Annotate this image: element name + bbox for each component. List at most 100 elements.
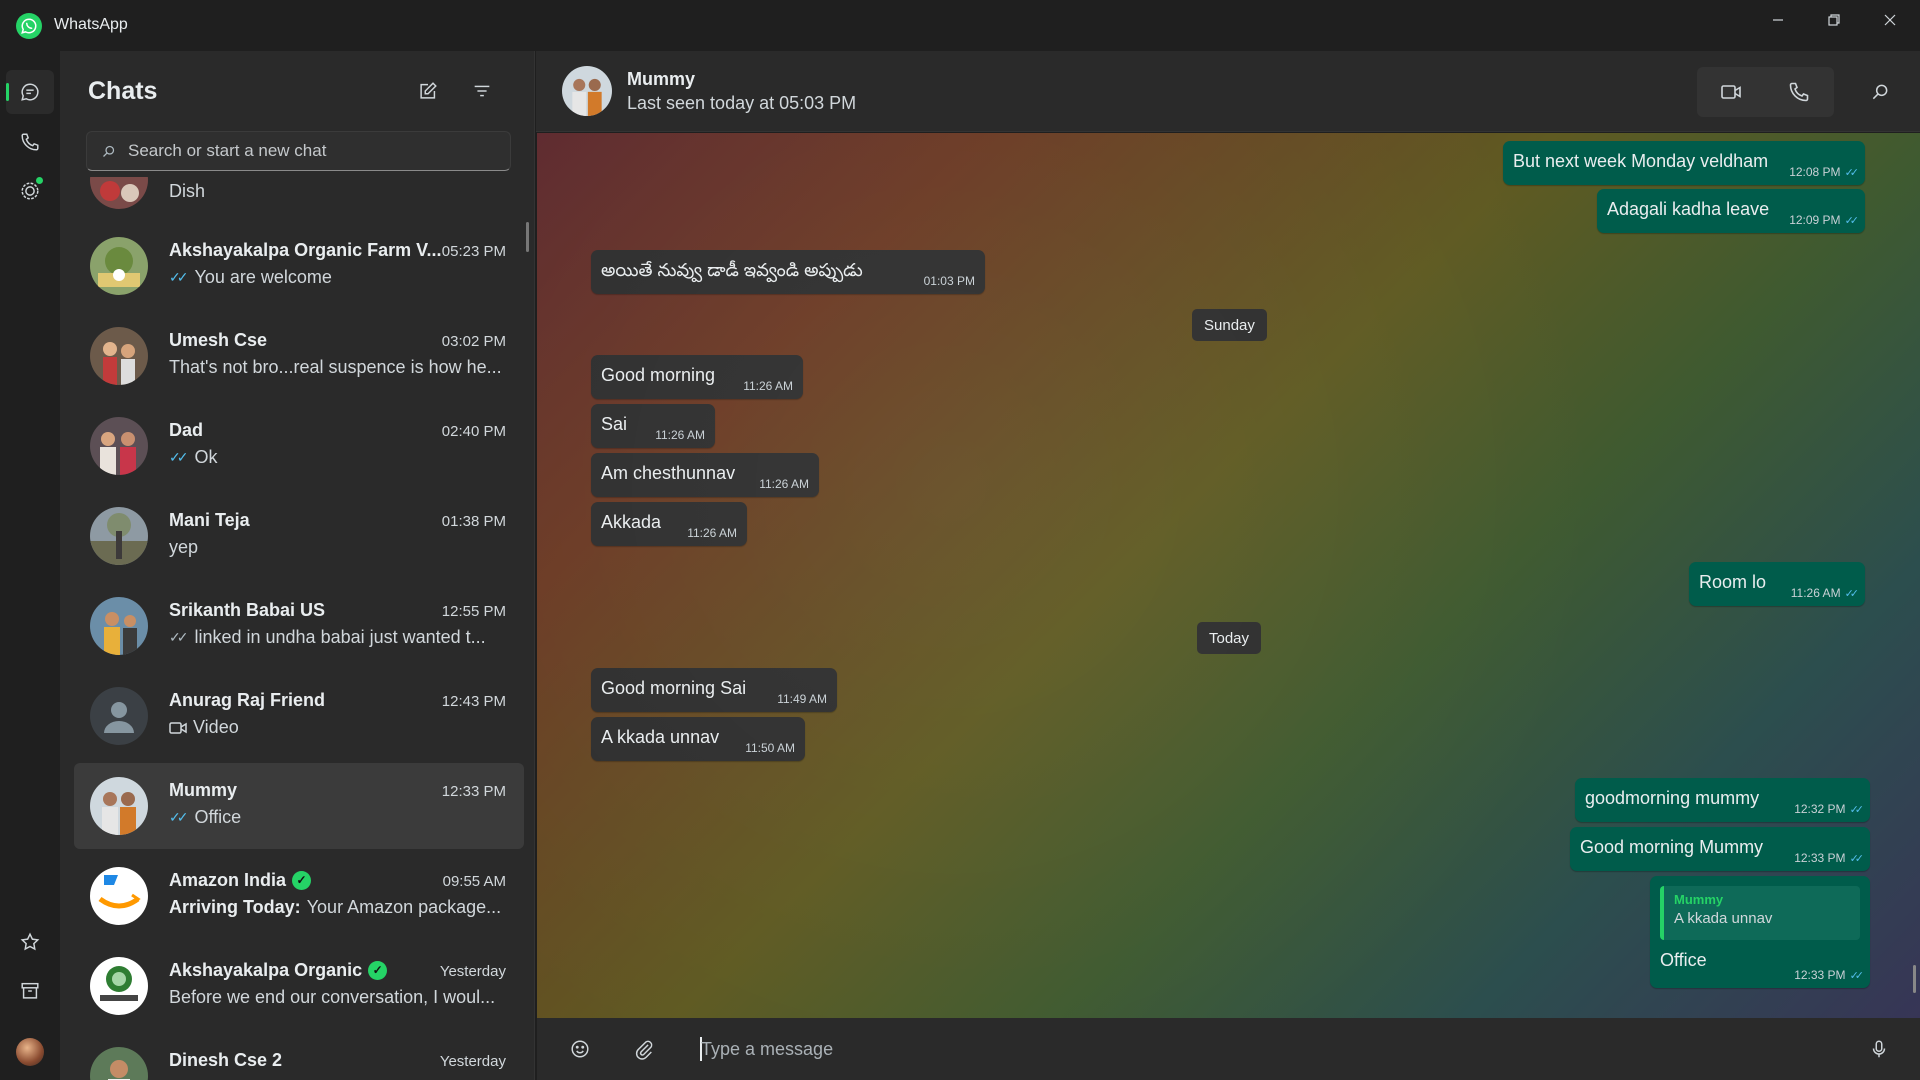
chat-name: Akshayakalpa Organic Farm V... bbox=[169, 240, 442, 260]
message-bubble[interactable]: goodmorning mummy 12:32 PM ✓✓ bbox=[1575, 778, 1870, 822]
contact-avatar[interactable] bbox=[562, 66, 612, 116]
phone-icon[interactable] bbox=[6, 120, 54, 164]
contact-avatar bbox=[90, 867, 148, 925]
search-icon[interactable] bbox=[1865, 77, 1895, 107]
search-icon bbox=[103, 145, 115, 157]
search-input[interactable] bbox=[116, 141, 510, 161]
message-bubble[interactable]: Good morning Sai 11:49 AM bbox=[591, 668, 837, 712]
chat-time: 05:23 PM bbox=[441, 243, 506, 260]
status-icon[interactable] bbox=[6, 169, 54, 213]
chat-name: Mummy bbox=[169, 780, 238, 800]
microphone-icon[interactable] bbox=[1864, 1034, 1894, 1064]
chat-preview: ✓✓ You are welcome bbox=[169, 267, 332, 287]
close-button[interactable] bbox=[1862, 0, 1918, 40]
quoted-reply[interactable]: Mummy A kkada unnav bbox=[1660, 886, 1860, 940]
composer-bar bbox=[537, 1018, 1920, 1080]
contact-avatar bbox=[90, 597, 148, 655]
last-seen-status: Last seen today at 05:03 PM bbox=[627, 93, 857, 113]
chat-name: Dinesh Cse 2 bbox=[169, 1050, 283, 1070]
chat-time: 12:43 PM bbox=[441, 693, 506, 710]
list-item[interactable]: Amazon India ✓ 09:55 AM Arriving Today: Yo… bbox=[74, 853, 524, 939]
verified-badge-icon: ✓ bbox=[368, 960, 388, 980]
chat-time: 12:33 PM bbox=[441, 783, 506, 800]
chat-name: Anurag Raj Friend bbox=[169, 690, 326, 710]
verified-badge-icon: ✓ bbox=[292, 870, 312, 890]
status-new-indicator bbox=[36, 177, 43, 184]
message-bubble[interactable]: Room lo 11:26 AM ✓✓ bbox=[1689, 562, 1865, 606]
search-box[interactable] bbox=[86, 131, 511, 171]
list-item[interactable]: Dish bbox=[74, 177, 524, 223]
archive-icon[interactable] bbox=[6, 969, 54, 1013]
new-chat-icon[interactable] bbox=[410, 73, 446, 109]
list-item[interactable]: Dinesh Cse 2 Yesterday bbox=[74, 1033, 524, 1080]
date-separator: Sunday bbox=[1192, 309, 1267, 341]
chat-time: 09:55 AM bbox=[442, 873, 506, 890]
chat-preview: Before we end our conversation, I woul..… bbox=[169, 987, 496, 1007]
chat-preview: Arriving Today: Your Amazon package... bbox=[169, 897, 502, 917]
chats-icon[interactable] bbox=[6, 70, 54, 114]
chat-preview: That's not bro...real suspence is how he… bbox=[169, 357, 502, 377]
contact-avatar bbox=[90, 1047, 148, 1080]
profile-avatar[interactable] bbox=[16, 1038, 44, 1066]
chat-name: Umesh Cse bbox=[169, 330, 268, 350]
double-check-icon: ✓✓ bbox=[169, 809, 189, 825]
message-bubble[interactable]: అయితే నువ్వు డాడీ ఇవ్వండి అప్పుడు 01:03 … bbox=[591, 250, 985, 294]
conversation-header: Mummy Last seen today at 05:03 PM bbox=[536, 51, 1920, 132]
filter-icon[interactable] bbox=[464, 73, 500, 109]
minimize-button[interactable] bbox=[1750, 0, 1806, 40]
chat-list-title: Chats bbox=[88, 77, 158, 105]
chat-name: Mani Teja bbox=[169, 510, 250, 530]
chat-name: Akshayakalpa Organic ✓ bbox=[169, 960, 388, 981]
emoji-icon[interactable] bbox=[565, 1034, 595, 1064]
list-item[interactable]: Akshayakalpa Organic Farm V... 05:23 PM … bbox=[74, 223, 524, 309]
double-check-icon: ✓✓ bbox=[1844, 167, 1860, 179]
attach-icon[interactable] bbox=[629, 1034, 659, 1064]
message-bubble[interactable]: Good morning Mummy 12:33 PM ✓✓ bbox=[1570, 827, 1870, 871]
list-item[interactable]: Srikanth Babai US 12:55 PM ✓✓ linked in u… bbox=[74, 583, 524, 669]
chat-list: Dish Akshayakalpa Organic Farm V... 05:2… bbox=[60, 177, 534, 1080]
voice-call-icon[interactable] bbox=[1765, 67, 1833, 117]
message-bubble[interactable]: But next week Monday veldham 12:08 PM ✓✓ bbox=[1503, 141, 1865, 185]
contact-name[interactable]: Mummy bbox=[627, 69, 695, 90]
contact-avatar bbox=[90, 777, 148, 835]
video-call-icon[interactable] bbox=[1697, 67, 1765, 117]
double-check-icon: ✓✓ bbox=[169, 269, 189, 285]
contact-avatar bbox=[90, 327, 148, 385]
contact-avatar bbox=[90, 957, 148, 1015]
restore-button[interactable] bbox=[1806, 0, 1862, 40]
chat-list-scrollbar[interactable] bbox=[526, 222, 529, 252]
message-bubble[interactable]: Good morning 11:26 AM bbox=[591, 355, 803, 399]
message-bubble[interactable]: Adagali kadha leave 12:09 PM ✓✓ bbox=[1597, 189, 1865, 233]
contact-avatar bbox=[90, 687, 148, 745]
list-item[interactable]: Mummy 12:33 PM ✓✓ Office bbox=[74, 763, 524, 849]
message-bubble[interactable]: A kkada unnav 11:50 AM bbox=[591, 717, 805, 761]
double-check-icon: ✓✓ bbox=[169, 629, 189, 645]
message-area: But next week Monday veldham 12:08 PM ✓✓ … bbox=[537, 133, 1920, 1018]
chat-time: 01:38 PM bbox=[441, 513, 506, 530]
list-item[interactable]: Anurag Raj Friend 12:43 PM Video bbox=[74, 673, 524, 759]
message-bubble[interactable]: Akkada 11:26 AM bbox=[591, 502, 747, 546]
navigation-rail bbox=[0, 51, 60, 1080]
chat-time: Yesterday bbox=[439, 963, 506, 980]
message-scrollbar[interactable] bbox=[1913, 965, 1916, 993]
message-bubble[interactable]: Sai 11:26 AM bbox=[591, 404, 715, 448]
contact-avatar bbox=[90, 237, 148, 295]
contact-avatar bbox=[90, 507, 148, 565]
double-check-icon: ✓✓ bbox=[1844, 588, 1860, 600]
contact-avatar bbox=[90, 177, 148, 209]
message-bubble[interactable]: Mummy A kkada unnav Office 12:33 PM ✓✓ bbox=[1650, 876, 1870, 988]
list-item[interactable]: Umesh Cse 03:02 PM That's not bro...real… bbox=[74, 313, 524, 399]
call-buttons bbox=[1697, 67, 1834, 117]
chat-time: 03:02 PM bbox=[441, 333, 506, 350]
list-item[interactable]: Mani Teja 01:38 PM yep bbox=[74, 493, 524, 579]
message-bubble[interactable]: Am chesthunnav 11:26 AM bbox=[591, 453, 819, 497]
double-check-icon: ✓✓ bbox=[1844, 215, 1860, 227]
star-icon[interactable] bbox=[6, 920, 54, 964]
title-bar: WhatsApp bbox=[0, 0, 1920, 51]
message-input[interactable] bbox=[701, 1032, 1701, 1066]
list-item[interactable]: Dad 02:40 PM ✓✓ Ok bbox=[74, 403, 524, 489]
chat-preview: ✓✓ Office bbox=[169, 807, 242, 827]
double-check-icon: ✓✓ bbox=[169, 449, 189, 465]
list-item[interactable]: Akshayakalpa Organic ✓ Yesterday Before w… bbox=[74, 943, 524, 1029]
chat-time: 02:40 PM bbox=[441, 423, 506, 440]
